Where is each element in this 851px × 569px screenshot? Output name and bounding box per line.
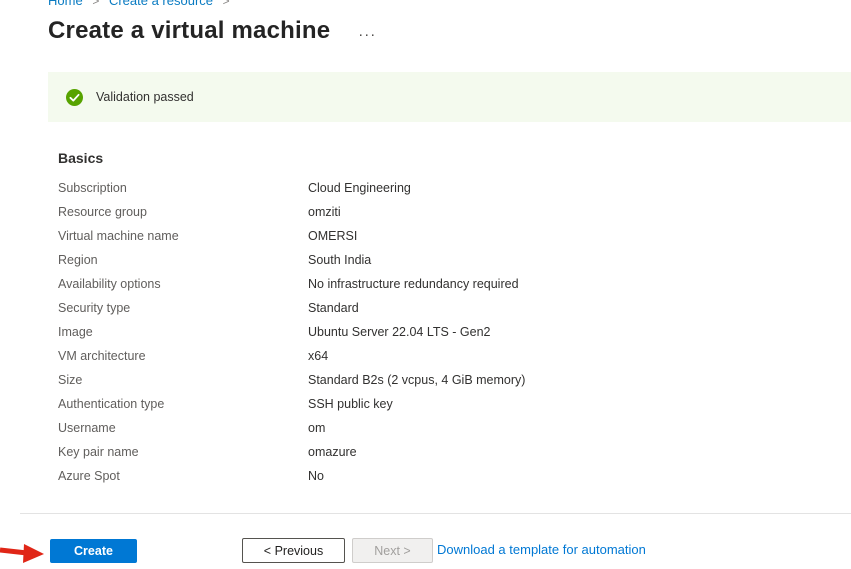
basics-summary-list: Subscription Cloud Engineering Resource …	[58, 176, 798, 488]
breadcrumb-item-create-a-resource[interactable]: Create a resource	[109, 0, 213, 8]
summary-row: Azure Spot No	[58, 464, 798, 488]
summary-row: Image Ubuntu Server 22.04 LTS - Gen2	[58, 320, 798, 344]
previous-button[interactable]: < Previous	[242, 538, 345, 563]
annotation-red-arrow-icon	[0, 540, 48, 568]
summary-row-label: Size	[58, 373, 308, 387]
summary-row: Authentication type SSH public key	[58, 392, 798, 416]
summary-row-value: Ubuntu Server 22.04 LTS - Gen2	[308, 325, 491, 339]
summary-row-value: omazure	[308, 445, 357, 459]
section-heading-basics: Basics	[58, 150, 103, 166]
page-title: Create a virtual machine	[48, 17, 330, 45]
summary-row: Subscription Cloud Engineering	[58, 176, 798, 200]
summary-row: Virtual machine name OMERSI	[58, 224, 798, 248]
summary-row-label: Resource group	[58, 205, 308, 219]
summary-row-label: Availability options	[58, 277, 308, 291]
create-vm-page: Home > Create a resource > Create a virt…	[0, 0, 851, 569]
footer-divider	[20, 513, 851, 514]
summary-row-value: Standard	[308, 301, 359, 315]
summary-row-label: Security type	[58, 301, 308, 315]
summary-row-label: VM architecture	[58, 349, 308, 363]
breadcrumb-separator-icon: >	[92, 0, 99, 8]
summary-row-label: Image	[58, 325, 308, 339]
summary-row-label: Authentication type	[58, 397, 308, 411]
summary-row-value: South India	[308, 253, 371, 267]
breadcrumb-separator-icon: >	[223, 0, 230, 8]
summary-row-label: Key pair name	[58, 445, 308, 459]
next-button[interactable]: Next >	[352, 538, 433, 563]
summary-row-label: Username	[58, 421, 308, 435]
summary-row: Region South India	[58, 248, 798, 272]
summary-row-value: omziti	[308, 205, 341, 219]
summary-row: Availability options No infrastructure r…	[58, 272, 798, 296]
summary-row-value: OMERSI	[308, 229, 357, 243]
summary-row-value: x64	[308, 349, 328, 363]
summary-row-value: No	[308, 469, 324, 483]
validation-passed-banner: Validation passed	[48, 72, 851, 122]
validation-message: Validation passed	[96, 90, 194, 104]
breadcrumb: Home > Create a resource >	[48, 0, 236, 8]
summary-row-label: Virtual machine name	[58, 229, 308, 243]
more-options-icon[interactable]: ···	[358, 27, 376, 42]
summary-row-value: om	[308, 421, 325, 435]
summary-row: Security type Standard	[58, 296, 798, 320]
summary-row: VM architecture x64	[58, 344, 798, 368]
summary-row-label: Subscription	[58, 181, 308, 195]
check-circle-icon	[66, 89, 83, 106]
create-button[interactable]: Create	[50, 539, 137, 563]
summary-row-value: SSH public key	[308, 397, 393, 411]
title-row: Create a virtual machine ···	[48, 17, 376, 45]
summary-row-label: Azure Spot	[58, 469, 308, 483]
download-template-link[interactable]: Download a template for automation	[437, 542, 646, 557]
summary-row-value: No infrastructure redundancy required	[308, 277, 519, 291]
summary-row: Key pair name omazure	[58, 440, 798, 464]
summary-row: Size Standard B2s (2 vcpus, 4 GiB memory…	[58, 368, 798, 392]
summary-row-value: Cloud Engineering	[308, 181, 411, 195]
summary-row: Resource group omziti	[58, 200, 798, 224]
summary-row-label: Region	[58, 253, 308, 267]
breadcrumb-item-home[interactable]: Home	[48, 0, 83, 8]
summary-row: Username om	[58, 416, 798, 440]
summary-row-value: Standard B2s (2 vcpus, 4 GiB memory)	[308, 373, 525, 387]
